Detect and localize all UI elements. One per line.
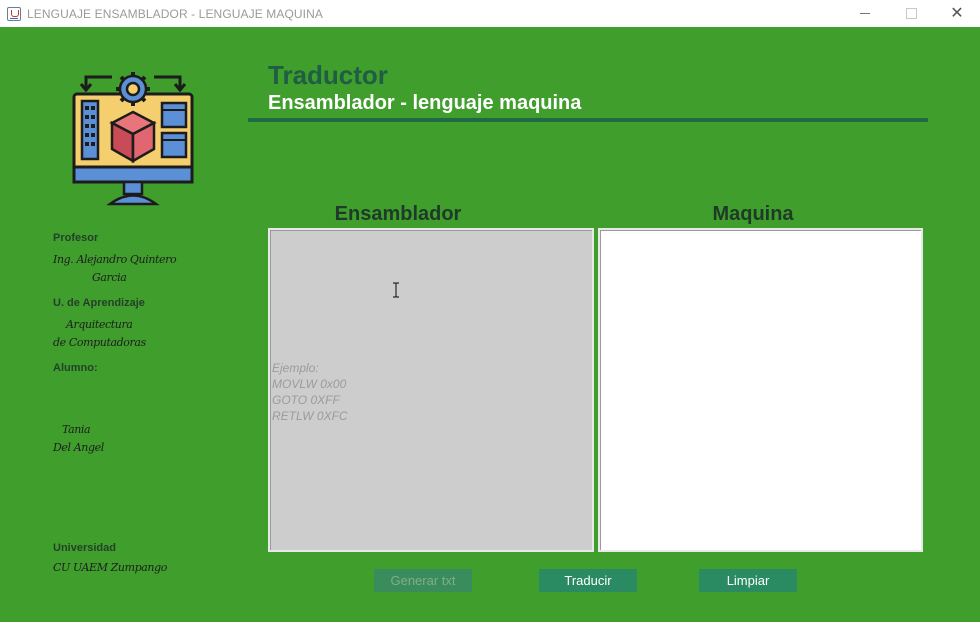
maximize-icon [905,8,917,19]
minimize-button[interactable] [842,0,888,27]
ensamblador-title: Ensamblador [334,203,462,225]
close-button[interactable]: ✕ [934,0,980,27]
alumno-label: Alumno: [53,362,98,374]
header-divider [248,118,928,122]
universidad-label: Universidad [53,542,116,554]
page-title: Traductor [268,60,388,90]
close-icon: ✕ [950,4,964,22]
window-controls: ✕ [842,0,980,27]
page-subtitle: Ensamblador - lenguaje maquina [268,92,582,114]
ensamblador-textarea[interactable]: Ejemplo: MOVLW 0x00 GOTO 0XFF RETLW 0XFC [268,228,594,552]
java-app-icon [7,6,21,21]
limpiar-button[interactable]: Limpiar [699,569,797,592]
maquina-title: Maquina [712,203,794,225]
maquina-textarea[interactable] [598,228,923,552]
window-titlebar: LENGUAJE ENSAMBLADOR - LENGUAJE MAQUINA … [0,0,980,27]
alumno-line1: Tania [62,423,91,436]
ua-line1: Arquitectura [66,318,133,331]
alumno-line2: Del Angel [53,441,104,454]
maximize-button[interactable] [888,0,934,27]
minimize-icon [860,13,870,14]
window-title: LENGUAJE ENSAMBLADOR - LENGUAJE MAQUINA [27,6,323,21]
universidad-value: CU UAEM Zumpango [53,561,167,574]
ensamblador-placeholder: Ejemplo: MOVLW 0x00 GOTO 0XFF RETLW 0XFC [272,361,348,423]
profesor-name-line2: Garcia [92,271,127,284]
text-cursor-icon [393,282,399,298]
profesor-name-line1: Ing. Alejandro Quintero [53,253,177,266]
computer-settings-cube-icon [72,72,194,206]
traducir-button[interactable]: Traducir [539,569,637,592]
generar-txt-button[interactable]: Generar txt [374,569,472,592]
ua-label: U. de Aprendizaje [53,297,145,309]
ua-line2: de Computadoras [53,336,146,349]
profesor-label: Profesor [53,232,99,244]
